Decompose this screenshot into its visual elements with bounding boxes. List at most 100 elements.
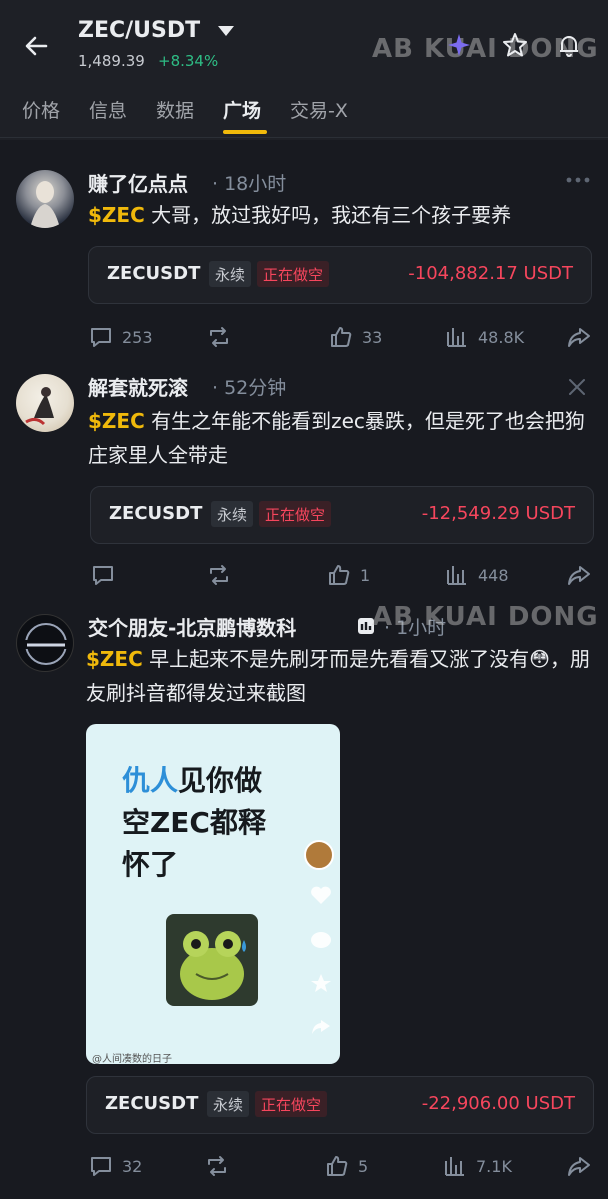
close-icon[interactable] bbox=[568, 378, 586, 396]
bar-chart-icon bbox=[447, 328, 466, 347]
comment-icon bbox=[91, 1157, 111, 1176]
tab-square[interactable]: 广场 bbox=[223, 96, 261, 123]
short-badge: 正在做空 bbox=[257, 261, 330, 287]
short-badge: 正在做空 bbox=[259, 501, 332, 527]
share-icon bbox=[568, 328, 590, 347]
views-stat: 7.1K bbox=[442, 1151, 512, 1181]
like-button[interactable]: 33 bbox=[328, 322, 382, 352]
sparkle-icon[interactable] bbox=[444, 30, 474, 60]
like-count: 1 bbox=[360, 565, 371, 585]
bell-icon[interactable] bbox=[554, 30, 584, 60]
card-pnl: -22,906.00 USDT bbox=[421, 1093, 575, 1114]
coin-tag[interactable]: $ZEC bbox=[88, 203, 145, 227]
repost-button[interactable] bbox=[206, 322, 232, 352]
short-badge: 正在做空 bbox=[255, 1091, 328, 1117]
position-card[interactable]: ZECUSDT 永续 正在做空 -22,906.00 USDT bbox=[86, 1076, 594, 1134]
post-actions: 1 448 bbox=[88, 560, 598, 590]
tab-price[interactable]: 价格 bbox=[22, 96, 60, 123]
top-bar: ZEC/USDT 1,489.39 +8.34% AB KUAI DONG 价格… bbox=[0, 0, 608, 140]
repost-button[interactable] bbox=[206, 560, 232, 590]
star-icon[interactable] bbox=[500, 30, 530, 60]
position-card[interactable]: ZECUSDT 永续 正在做空 -12,549.29 USDT bbox=[90, 486, 594, 544]
thumbs-up-icon bbox=[329, 565, 350, 585]
share-button[interactable] bbox=[566, 560, 592, 590]
perp-badge: 永续 bbox=[209, 261, 252, 287]
thumbs-up-icon bbox=[327, 1156, 348, 1176]
view-count: 48.8K bbox=[478, 327, 525, 347]
card-symbol: ZECUSDT bbox=[109, 503, 203, 524]
post-item[interactable]: 解套就死滚 · 52分钟 $ZEC 有生之年能不能看到zec暴跌，但是死了也会把… bbox=[0, 360, 608, 600]
last-price: 1,489.39 bbox=[78, 52, 145, 70]
comment-button[interactable] bbox=[90, 560, 116, 590]
chevron-down-icon[interactable] bbox=[218, 26, 234, 36]
view-count: 448 bbox=[478, 565, 509, 585]
repost-button[interactable] bbox=[204, 1151, 230, 1181]
comment-icon bbox=[93, 566, 113, 585]
avatar[interactable] bbox=[16, 614, 74, 672]
tab-trade-x[interactable]: 交易-X bbox=[290, 96, 348, 123]
card-pnl: -12,549.29 USDT bbox=[421, 503, 575, 524]
coin-tag[interactable]: $ZEC bbox=[88, 409, 145, 433]
tab-data[interactable]: 数据 bbox=[156, 96, 194, 123]
like-count: 5 bbox=[358, 1156, 369, 1176]
card-pnl: -104,882.17 USDT bbox=[408, 263, 573, 284]
post-text: $ZEC 早上起来不是先刷牙而是先看看又涨了没有😳，朋友刷抖音都得发过来截图 bbox=[86, 642, 591, 710]
card-symbol: ZECUSDT bbox=[105, 1093, 199, 1114]
more-dots-icon[interactable] bbox=[566, 174, 590, 186]
comment-count: 32 bbox=[122, 1156, 143, 1176]
share-button[interactable] bbox=[566, 1151, 592, 1181]
bar-chart-icon bbox=[445, 1157, 464, 1176]
perp-badge: 永续 bbox=[207, 1091, 250, 1117]
like-button[interactable]: 5 bbox=[324, 1151, 368, 1181]
image-caption: @人间凑数的日子 bbox=[92, 1054, 172, 1064]
post-item[interactable]: 赚了亿点点 · 18小时 $ZEC 大哥，放过我好吗，我还有三个孩子要养 ZEC… bbox=[0, 150, 608, 360]
view-count: 7.1K bbox=[476, 1156, 512, 1176]
position-card[interactable]: ZECUSDT 永续 正在做空 -104,882.17 USDT bbox=[88, 246, 592, 304]
tab-info[interactable]: 信息 bbox=[89, 96, 127, 123]
comment-count: 253 bbox=[122, 327, 153, 347]
post-text: $ZEC 有生之年能不能看到zec暴跌，但是死了也会把狗庄家里人全带走 bbox=[88, 404, 593, 472]
comment-button[interactable]: 253 bbox=[88, 322, 153, 352]
active-tab-indicator bbox=[223, 130, 267, 134]
back-arrow-icon[interactable] bbox=[20, 30, 52, 62]
comment-icon bbox=[91, 328, 111, 347]
like-button[interactable]: 1 bbox=[326, 560, 370, 590]
post-item[interactable]: 交个朋友-北京鹏博数科 · 1小时 AB KUAI DONG $ZEC 早上起来… bbox=[0, 600, 608, 1199]
image-caption-text: 仇人见你做 空ZEC都释 怀了 bbox=[122, 764, 266, 881]
post-text: $ZEC 大哥，放过我好吗，我还有三个孩子要养 bbox=[88, 198, 593, 232]
share-icon bbox=[568, 1157, 590, 1176]
post-actions: 253 33 48.8K bbox=[88, 322, 598, 352]
price-change: +8.34% bbox=[158, 52, 219, 70]
post-body: 大哥，放过我好吗，我还有三个孩子要养 bbox=[144, 203, 512, 227]
author-name[interactable]: 解套就死滚 bbox=[88, 372, 188, 401]
comment-button[interactable]: 32 bbox=[88, 1151, 142, 1181]
watermark-text: AB KUAI DONG bbox=[372, 602, 599, 632]
avatar[interactable] bbox=[16, 170, 74, 228]
post-actions: 32 5 7.1K bbox=[88, 1151, 598, 1181]
author-name[interactable]: 交个朋友-北京鹏博数科 bbox=[88, 612, 296, 641]
tab-bar: 价格 信息 数据 广场 交易-X bbox=[0, 92, 608, 138]
coin-tag[interactable]: $ZEC bbox=[86, 647, 143, 671]
post-image[interactable]: 仇人见你做 空ZEC都释 怀了 @人间凑数的日子 bbox=[86, 724, 340, 1064]
video-side-icons bbox=[311, 886, 331, 1034]
like-count: 33 bbox=[362, 327, 383, 347]
views-stat: 48.8K bbox=[444, 322, 524, 352]
pair-title[interactable]: ZEC/USDT bbox=[78, 18, 200, 43]
repost-icon bbox=[210, 327, 228, 347]
perp-badge: 永续 bbox=[211, 501, 254, 527]
creator-avatar bbox=[304, 840, 334, 870]
share-icon bbox=[568, 566, 590, 585]
repost-icon bbox=[210, 565, 228, 585]
card-symbol: ZECUSDT bbox=[107, 263, 201, 284]
repost-icon bbox=[208, 1156, 226, 1176]
thumbs-up-icon bbox=[331, 327, 352, 347]
views-stat: 448 bbox=[444, 560, 509, 590]
post-time: · 52分钟 bbox=[212, 377, 287, 399]
post-body: 有生之年能不能看到zec暴跌，但是死了也会把狗庄家里人全带走 bbox=[88, 409, 585, 467]
share-button[interactable] bbox=[566, 322, 592, 352]
post-body: 早上起来不是先刷牙而是先看看又涨了没有😳，朋友刷抖音都得发过来截图 bbox=[86, 647, 590, 705]
avatar[interactable] bbox=[16, 374, 74, 432]
author-name[interactable]: 赚了亿点点 bbox=[88, 168, 188, 197]
frog-sticker bbox=[166, 914, 258, 1006]
bar-chart-icon bbox=[447, 566, 466, 585]
